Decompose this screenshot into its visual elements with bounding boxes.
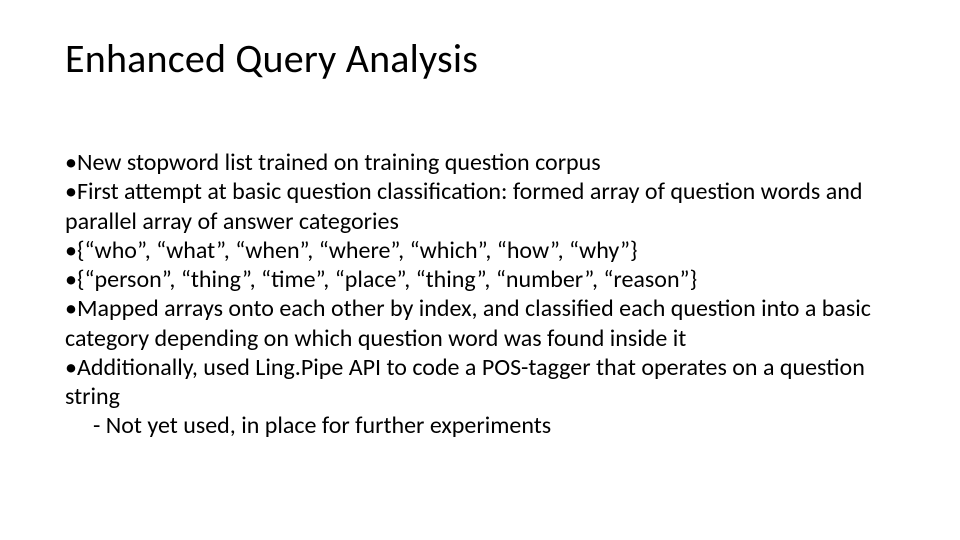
bullet-dot-icon: •	[65, 294, 77, 323]
bullet-dot-icon: •	[65, 236, 77, 265]
bullet-text: {“person”, “thing”, “time”, “place”, “th…	[77, 265, 697, 294]
bullet-dot-icon: •	[65, 265, 77, 294]
bullet-text: New stopword list trained on training qu…	[77, 148, 601, 177]
slide-body: •New stopword list trained on training q…	[65, 148, 897, 441]
bullet-item: •New stopword list trained on training q…	[65, 148, 897, 177]
bullet-item: •{“who”, “what”, “when”, “where”, “which…	[65, 236, 897, 265]
bullet-item: •Mapped arrays onto each other by index,…	[65, 294, 897, 353]
sub-bullet-text: - Not yet used, in place for further exp…	[93, 411, 551, 440]
slide: Enhanced Query Analysis •New stopword li…	[0, 0, 960, 540]
bullet-item: •First attempt at basic question classif…	[65, 177, 897, 236]
bullet-dot-icon: •	[65, 177, 77, 206]
bullet-text: Additionally, used Ling.Pipe API to code…	[65, 353, 865, 411]
bullet-text: First attempt at basic question classifi…	[65, 177, 862, 235]
bullet-dot-icon: •	[65, 353, 77, 382]
bullet-text: Mapped arrays onto each other by index, …	[65, 294, 871, 352]
bullet-item: •Additionally, used Ling.Pipe API to cod…	[65, 353, 897, 412]
bullet-text: {“who”, “what”, “when”, “where”, “which”…	[77, 236, 638, 265]
bullet-dot-icon: •	[65, 148, 77, 177]
slide-title: Enhanced Query Analysis	[65, 34, 478, 83]
sub-bullet-item: - Not yet used, in place for further exp…	[65, 411, 897, 440]
bullet-item: •{“person”, “thing”, “time”, “place”, “t…	[65, 265, 897, 294]
